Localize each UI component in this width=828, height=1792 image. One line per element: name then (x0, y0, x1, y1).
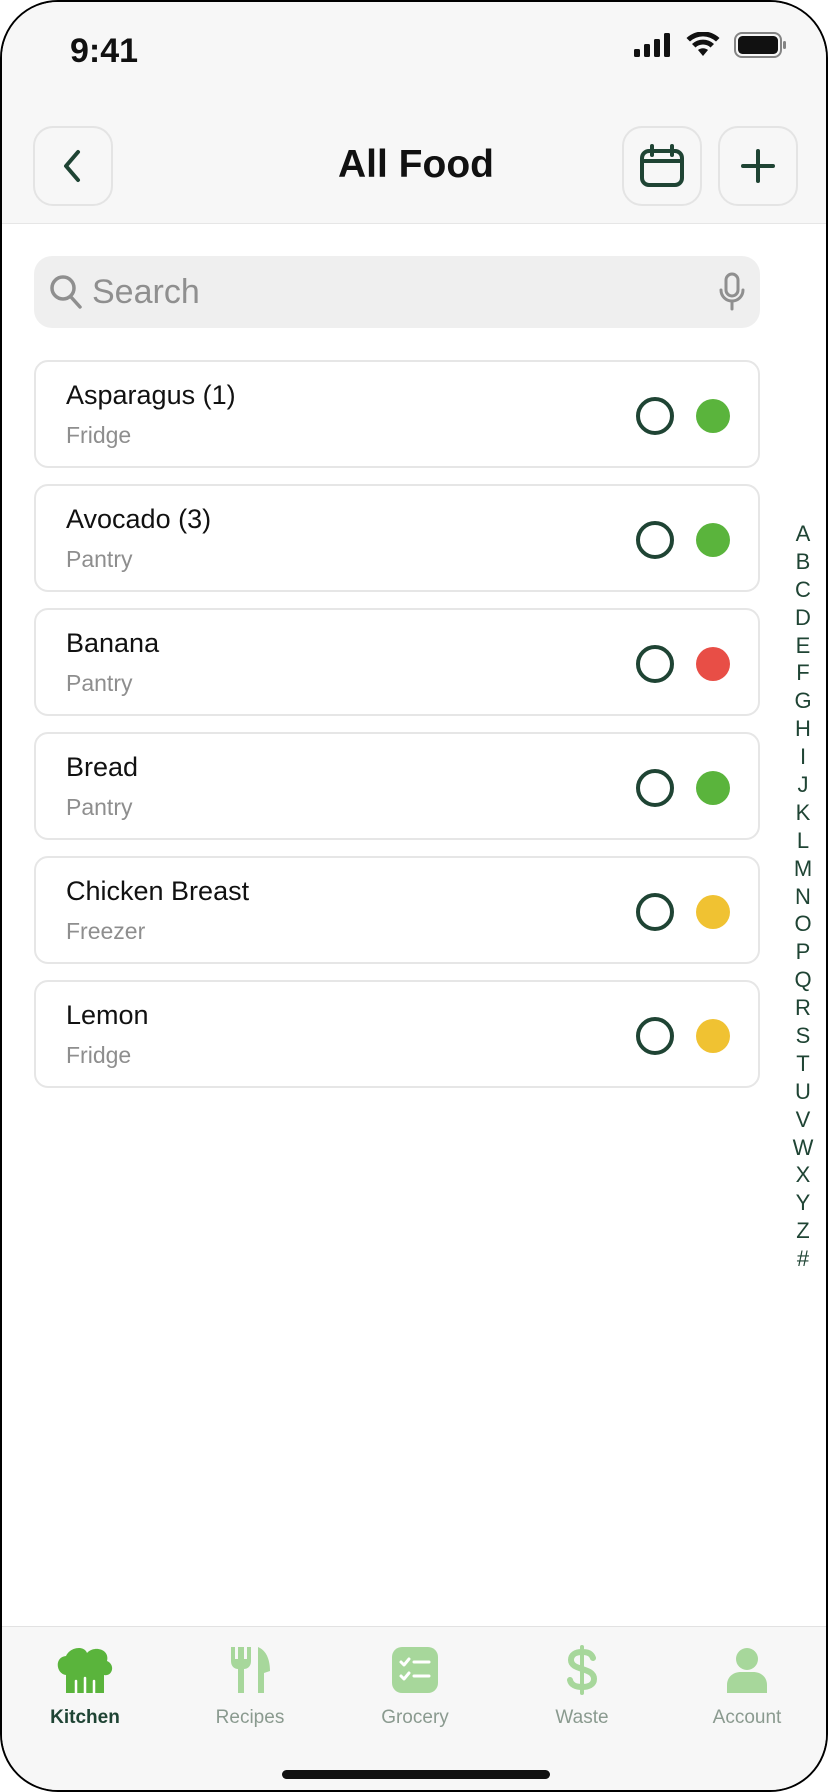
index-letter[interactable]: K (790, 799, 816, 827)
select-radio[interactable] (636, 769, 674, 807)
index-letter[interactable]: B (790, 548, 816, 576)
food-item-name: Lemon (66, 1000, 149, 1030)
search-bar[interactable] (34, 256, 760, 328)
page-title: All Food (338, 143, 494, 186)
index-letter[interactable]: # (790, 1245, 816, 1273)
status-icons (634, 30, 788, 60)
food-item-name: Bread (66, 752, 139, 782)
index-letter[interactable]: A (790, 520, 816, 548)
index-letter[interactable]: Q (790, 966, 816, 994)
index-letter[interactable]: F (790, 659, 816, 687)
microphone-icon[interactable] (718, 272, 746, 312)
calendar-button[interactable] (622, 126, 702, 206)
index-letter[interactable]: V (790, 1106, 816, 1134)
food-list: Asparagus (1) Fridge Avocado (3) Pantry … (34, 360, 760, 1104)
index-letter[interactable]: W (790, 1134, 816, 1162)
food-item-location: Pantry (66, 794, 133, 820)
tab-label: Recipes (215, 1707, 285, 1728)
search-input[interactable] (92, 266, 692, 318)
index-letter[interactable]: M (790, 855, 816, 883)
food-item[interactable]: Chicken Breast Freezer (34, 856, 760, 964)
food-item-name: Asparagus (1) (66, 380, 236, 410)
calendar-icon (640, 144, 684, 187)
index-letter[interactable]: S (790, 1022, 816, 1050)
home-indicator (282, 1770, 550, 1779)
food-item-name: Chicken Breast (66, 876, 250, 906)
tab-label: Grocery (381, 1707, 449, 1728)
food-item-location: Pantry (66, 670, 133, 696)
battery-icon (734, 32, 786, 58)
food-item-name: Avocado (3) (66, 504, 212, 534)
food-item-location: Pantry (66, 546, 133, 572)
tab-label: Account (712, 1707, 782, 1728)
freshness-status-dot (696, 399, 730, 433)
index-letter[interactable]: Z (790, 1217, 816, 1245)
food-item-name: Banana (66, 628, 160, 658)
select-radio[interactable] (636, 521, 674, 559)
index-letter[interactable]: P (790, 938, 816, 966)
select-radio[interactable] (636, 1017, 674, 1055)
index-letter[interactable]: J (790, 771, 816, 799)
plus-icon (741, 149, 775, 183)
food-item[interactable]: Banana Pantry (34, 608, 760, 716)
freshness-status-dot (696, 523, 730, 557)
tab-label: Waste (555, 1707, 609, 1728)
food-item-location: Freezer (66, 918, 146, 944)
cellular-signal-icon (634, 33, 670, 57)
index-letter[interactable]: C (790, 576, 816, 604)
tab-account[interactable]: Account (667, 1641, 826, 1729)
index-letter[interactable]: L (790, 827, 816, 855)
index-letter[interactable]: Y (790, 1189, 816, 1217)
index-letter[interactable]: U (790, 1078, 816, 1106)
wifi-icon (686, 32, 720, 56)
phone-frame: 9:41 All Food Search Asparagus (1) Fridg… (0, 0, 828, 1792)
index-letter[interactable]: E (790, 632, 816, 660)
tab-bar: Kitchen Recipes Grocery Waste Account (2, 1626, 826, 1790)
index-letter[interactable]: D (790, 604, 816, 632)
food-item[interactable]: Lemon Fridge (34, 980, 760, 1088)
fork-knife-icon (231, 1647, 270, 1693)
status-time: 9:41 (70, 32, 139, 70)
dollar-icon (567, 1645, 598, 1695)
index-letter[interactable]: G (790, 687, 816, 715)
food-item-location: Fridge (66, 422, 132, 448)
header-area: 9:41 All Food (2, 2, 826, 224)
checklist-icon (392, 1647, 438, 1693)
freshness-status-dot (696, 771, 730, 805)
freshness-status-dot (696, 1019, 730, 1053)
chef-hat-icon (57, 1647, 113, 1695)
tab-kitchen[interactable]: Kitchen (5, 1641, 165, 1729)
select-radio[interactable] (636, 893, 674, 931)
index-letter[interactable]: I (790, 743, 816, 771)
food-item[interactable]: Avocado (3) Pantry (34, 484, 760, 592)
select-radio[interactable] (636, 645, 674, 683)
food-item-location: Fridge (66, 1042, 132, 1068)
index-letter[interactable]: X (790, 1161, 816, 1189)
freshness-status-dot (696, 895, 730, 929)
search-icon (50, 275, 82, 309)
select-radio[interactable] (636, 397, 674, 435)
index-letter[interactable]: O (790, 910, 816, 938)
index-letter[interactable]: T (790, 1050, 816, 1078)
person-icon (727, 1648, 767, 1693)
index-letter[interactable]: H (790, 715, 816, 743)
tab-label: Kitchen (50, 1707, 120, 1728)
index-letter[interactable]: R (790, 994, 816, 1022)
freshness-status-dot (696, 647, 730, 681)
index-letter[interactable]: N (790, 883, 816, 911)
add-button[interactable] (718, 126, 798, 206)
tab-waste[interactable]: Waste (502, 1641, 662, 1729)
tab-grocery[interactable]: Grocery (335, 1641, 495, 1729)
food-item[interactable]: Asparagus (1) Fridge (34, 360, 760, 468)
food-item[interactable]: Bread Pantry (34, 732, 760, 840)
alphabet-index[interactable]: A B C D E F G H I J K L M N O P Q R S T … (790, 520, 816, 1273)
tab-recipes[interactable]: Recipes (170, 1641, 330, 1729)
